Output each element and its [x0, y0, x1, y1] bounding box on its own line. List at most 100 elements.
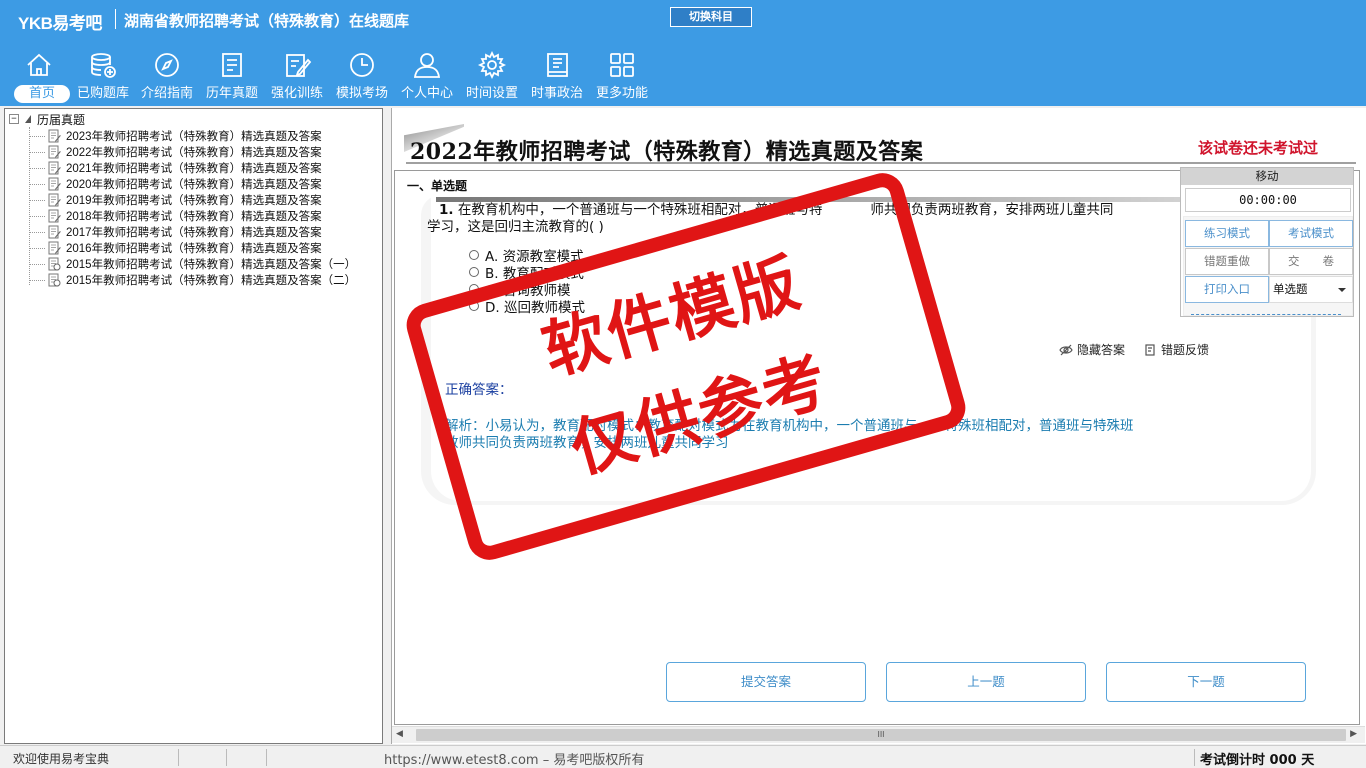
section-title: 一、单选题: [407, 179, 468, 193]
tree-item[interactable]: 2022年教师招聘考试（特殊教育）精选真题及答案: [29, 144, 356, 160]
paper-edit-icon: [48, 241, 61, 255]
title-underline: [406, 162, 1356, 164]
question-type-value: 单选题: [1273, 282, 1308, 296]
nav-item-profile[interactable]: 个人中心: [394, 46, 460, 104]
control-divider: [1191, 314, 1341, 315]
paper-edit-icon: [48, 209, 61, 223]
exam-tree-panel: − 历届真题 2023年教师招聘考试（特殊教育）精选真题及答案 2022年教师招聘…: [4, 108, 383, 744]
nav-item-purchased-banks[interactable]: 已购题库: [70, 46, 136, 104]
analysis-line2: 教师共同负责两班教育，安排两班儿童共同学习: [445, 435, 729, 451]
option-a[interactable]: A. 资源教室模式: [469, 246, 584, 265]
analysis-line1: 解析：小易认为，教育配对模式：教育配对模式为在教育机构中，一个普通班与一个特殊班…: [445, 418, 1134, 434]
question-type-select[interactable]: 单选题: [1269, 276, 1353, 303]
scroll-left-arrow-icon[interactable]: ◀: [396, 729, 403, 739]
nav-label: 更多功能: [595, 86, 648, 101]
nav-item-home[interactable]: 首页: [6, 46, 72, 104]
report-error-label: 错题反馈: [1161, 343, 1210, 357]
tree-connector: [29, 167, 45, 169]
option-d[interactable]: D. 巡回教师模式: [469, 297, 585, 316]
scroll-right-arrow-icon[interactable]: ▶: [1350, 729, 1357, 739]
paper-lock-icon: [48, 273, 61, 287]
tree-root-label: 历届真题: [37, 112, 86, 127]
tree-connector: [29, 183, 45, 185]
tree-root[interactable]: − 历届真题: [9, 111, 85, 127]
practice-mode-button[interactable]: 练习模式: [1185, 220, 1269, 247]
tree-item-label: 2019年教师招聘考试（特殊教育）精选真题及答案: [66, 195, 322, 207]
tree-connector: [29, 279, 45, 281]
correct-answer-label: 正确答案：: [445, 382, 513, 398]
nav-item-mock-exam[interactable]: 模拟考场: [329, 46, 395, 104]
tree-connector: [29, 199, 45, 201]
logo-divider: [115, 9, 116, 29]
switch-subject-button[interactable]: 切换科目: [670, 7, 752, 27]
status-divider: [178, 749, 179, 766]
exam-mode-button[interactable]: 考试模式: [1269, 220, 1353, 247]
horizontal-scrollbar[interactable]: ◀ III ▶: [392, 726, 1365, 743]
tree-item[interactable]: 2015年教师招聘考试（特殊教育）精选真题及答案（一）: [29, 256, 356, 272]
nav-item-intensive-training[interactable]: 强化训练: [264, 46, 330, 104]
hide-answer-button[interactable]: 隐藏答案: [1059, 341, 1125, 358]
tree-item[interactable]: 2017年教师招聘考试（特殊教育）精选真题及答案: [29, 224, 356, 240]
next-question-button[interactable]: 下一题: [1106, 662, 1306, 702]
tree-connector: [29, 135, 45, 137]
report-error-button[interactable]: 错题反馈: [1143, 341, 1209, 358]
nav-item-current-affairs[interactable]: 时事政治: [524, 46, 590, 104]
option-c[interactable]: C. 咨询教师模: [469, 280, 571, 299]
nav-item-guide[interactable]: 介绍指南: [134, 46, 200, 104]
status-copyright: https://www.etest8.com – 易考吧版权所有: [384, 753, 645, 768]
tree-item[interactable]: 2020年教师招聘考试（特殊教育）精选真题及答案: [29, 176, 356, 192]
print-button[interactable]: 打印入口: [1185, 276, 1269, 303]
compass-icon: [155, 53, 179, 77]
nav-label: 历年真题: [205, 86, 258, 101]
analysis-text: 解析：小易认为，教育配对模式：教育配对模式为在教育机构中，一个普通班与一个特殊班…: [445, 418, 1275, 452]
tree-item[interactable]: 2015年教师招聘考试（特殊教育）精选真题及答案（二）: [29, 272, 356, 288]
option-b[interactable]: B. 教育配对模式: [469, 263, 584, 282]
question-number: 1.: [439, 202, 454, 218]
collapse-toggle[interactable]: −: [9, 114, 19, 124]
hide-answer-label: 隐藏答案: [1077, 343, 1126, 357]
app-header: YKB易考吧 湖南省教师招聘考试（特殊教育）在线题库 切换科目 首页 已购题库 …: [0, 0, 1366, 106]
folder-open-icon: [25, 115, 31, 123]
tree-item[interactable]: 2019年教师招聘考试（特殊教育）精选真题及答案: [29, 192, 356, 208]
nav-item-past-exams[interactable]: 历年真题: [199, 46, 265, 104]
app-logo: YKB易考吧: [18, 14, 102, 33]
tree-item-label: 2017年教师招聘考试（特殊教育）精选真题及答案: [66, 227, 322, 239]
prev-question-button[interactable]: 上一题: [886, 662, 1086, 702]
radio-button[interactable]: [469, 249, 479, 260]
tree-item-label: 2016年教师招聘考试（特殊教育）精选真题及答案: [66, 243, 322, 255]
redo-wrong-button[interactable]: 错题重做: [1185, 248, 1269, 275]
exam-title-bar: 2022年教师招聘考试（特殊教育）精选真题及答案 该试卷还未考试过: [392, 108, 1366, 165]
tree-item[interactable]: 2023年教师招聘考试（特殊教育）精选真题及答案: [29, 128, 356, 144]
home-icon: [27, 53, 51, 76]
radio-button[interactable]: [469, 266, 479, 277]
nav-label: 时间设置: [465, 86, 518, 101]
status-divider: [266, 749, 267, 766]
radio-button[interactable]: [469, 300, 479, 311]
exam-countdown: 考试倒计时 000 天: [1200, 753, 1315, 768]
exam-timer: 00:00:00: [1185, 188, 1351, 212]
tree-item-label: 2015年教师招聘考试（特殊教育）精选真题及答案（一）: [66, 259, 357, 271]
tree-item[interactable]: 2021年教师招聘考试（特殊教育）精选真题及答案: [29, 160, 356, 176]
book-icon: [547, 53, 568, 77]
grid-icon: [610, 53, 634, 77]
question-text-tail: 师共同负责两班教育，安排两班儿童共同: [870, 202, 1114, 218]
status-bar: 欢迎使用易考宝典 https://www.etest8.com – 易考吧版权所…: [0, 745, 1366, 768]
user-icon: [413, 53, 441, 78]
feedback-icon: [1145, 343, 1155, 356]
tree-item[interactable]: 2018年教师招聘考试（特殊教育）精选真题及答案: [29, 208, 356, 224]
tree-list: 2023年教师招聘考试（特殊教育）精选真题及答案 2022年教师招聘考试（特殊教育…: [29, 128, 356, 288]
tree-connector: [29, 231, 45, 233]
submit-answer-button[interactable]: 提交答案: [666, 662, 866, 702]
nav-label: 强化训练: [270, 86, 323, 101]
tree-item-label: 2021年教师招聘考试（特殊教育）精选真题及答案: [66, 163, 322, 175]
nav-item-more[interactable]: 更多功能: [589, 46, 655, 104]
status-welcome: 欢迎使用易考宝典: [13, 752, 110, 766]
nav-item-time-settings[interactable]: 时间设置: [459, 46, 525, 104]
paper-edit-icon: [48, 145, 61, 159]
hand-in-button[interactable]: 交 卷: [1269, 248, 1353, 275]
move-handle[interactable]: 移动: [1181, 168, 1353, 185]
radio-button[interactable]: [469, 283, 479, 294]
tree-item[interactable]: 2016年教师招聘考试（特殊教育）精选真题及答案: [29, 240, 356, 256]
clock-icon: [350, 53, 374, 77]
scroll-thumb[interactable]: III: [416, 729, 1346, 741]
